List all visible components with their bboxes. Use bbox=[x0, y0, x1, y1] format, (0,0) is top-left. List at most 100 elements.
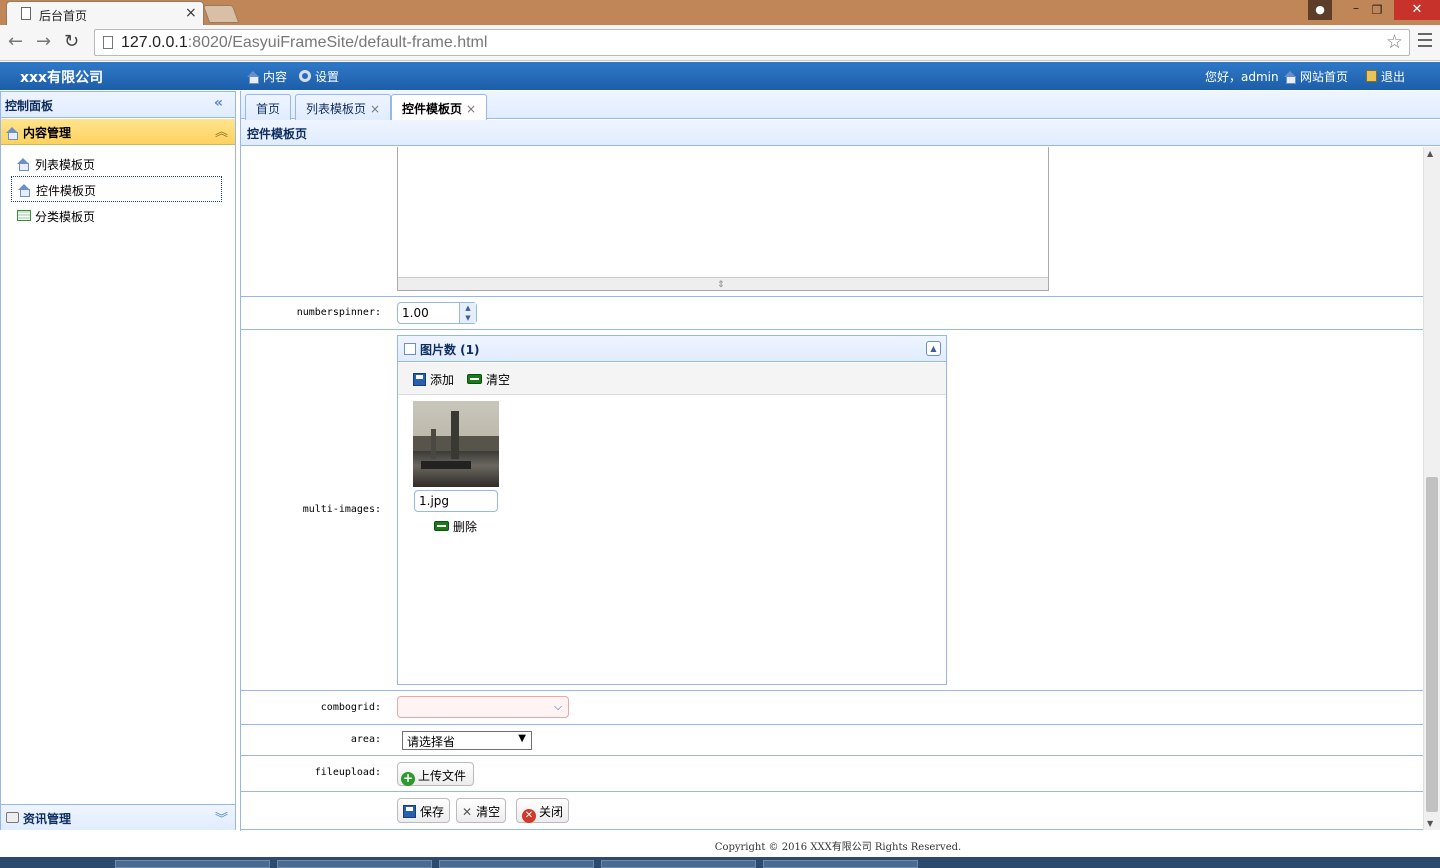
accordion-news-management[interactable]: 资讯管理 ︾ bbox=[1, 804, 235, 830]
delete-image-button[interactable]: 删除 bbox=[434, 518, 477, 535]
house-icon bbox=[247, 71, 259, 84]
close-icon[interactable]: × bbox=[466, 102, 476, 116]
page-icon bbox=[21, 7, 31, 20]
area-select-value: 请选择省 bbox=[407, 735, 456, 749]
browser-tab-title: 后台首页 bbox=[39, 9, 88, 23]
x-icon: ✕ bbox=[462, 805, 473, 819]
close-tab-icon[interactable]: × bbox=[185, 5, 197, 21]
sidebar-item-category-template[interactable]: 分类模板页 bbox=[11, 203, 222, 229]
menu-settings[interactable]: 设置 bbox=[299, 68, 339, 85]
taskbar-item[interactable] bbox=[763, 860, 918, 868]
url-text: 127.0.0.1:8020/EasyuiFrameSite/default-f… bbox=[121, 34, 488, 51]
chevron-down-icon[interactable]: ︾ bbox=[215, 808, 228, 827]
browser-menu-icon[interactable] bbox=[1418, 33, 1432, 51]
logout-label: 退出 bbox=[1381, 70, 1406, 84]
gear-icon bbox=[299, 70, 311, 82]
accordion-title: 资讯管理 bbox=[23, 812, 72, 826]
menu-content[interactable]: 内容 bbox=[247, 68, 287, 85]
house-icon bbox=[1284, 71, 1296, 84]
editor-textarea[interactable]: ⇕ bbox=[397, 147, 1049, 291]
images-panel: 图片数 (1) ▲ 添加 清空 1.jpg 删除 bbox=[397, 335, 947, 685]
dropdown-arrow-icon: ▼ bbox=[518, 733, 526, 744]
scroll-down-icon[interactable]: ▼ bbox=[1427, 819, 1433, 828]
sidebar-item-list-template[interactable]: 列表模板页 bbox=[11, 151, 222, 177]
images-panel-title: 图片数 (1) bbox=[420, 343, 480, 357]
logout-link[interactable]: 退出 bbox=[1366, 68, 1405, 85]
scrollbar-thumb[interactable] bbox=[1426, 477, 1438, 812]
image-filename-input[interactable]: 1.jpg bbox=[414, 490, 498, 512]
images-toolbar: 添加 清空 bbox=[398, 363, 946, 395]
combogrid-input[interactable]: ⌵ bbox=[397, 696, 569, 718]
collapse-left-icon[interactable]: « bbox=[214, 95, 223, 111]
user-icon[interactable]: ● bbox=[1308, 0, 1332, 20]
grid-icon bbox=[17, 210, 31, 221]
exit-icon bbox=[1366, 70, 1377, 82]
main-panel: 首页 列表模板页 × 控件模板页 × 控件模板页 ⇕ numberspinner: … bbox=[240, 91, 1440, 831]
upload-file-button[interactable]: + 上传文件 bbox=[397, 762, 474, 786]
plus-icon: + bbox=[401, 771, 415, 786]
chevron-down-icon[interactable]: ⌵ bbox=[548, 697, 568, 717]
site-home-link[interactable]: 网站首页 bbox=[1284, 68, 1348, 85]
tab-home[interactable]: 首页 bbox=[245, 94, 292, 120]
add-image-button[interactable]: 添加 bbox=[413, 371, 454, 388]
close-icon[interactable]: × bbox=[370, 102, 380, 116]
house-icon bbox=[6, 127, 18, 140]
tab-list-template[interactable]: 列表模板页 × bbox=[295, 94, 392, 120]
numberspinner-input[interactable]: 1.00 ▲ ▼ bbox=[397, 302, 477, 324]
tab-label: 首页 bbox=[256, 102, 281, 116]
image-thumbnail[interactable] bbox=[413, 401, 499, 487]
row-divider bbox=[241, 724, 1423, 725]
row-divider bbox=[241, 791, 1423, 792]
browser-tab[interactable]: 后台首页 × bbox=[6, 1, 204, 25]
tab-label: 控件模板页 bbox=[402, 102, 463, 116]
taskbar-item[interactable] bbox=[277, 860, 432, 868]
sidebar-item-label: 列表模板页 bbox=[35, 158, 96, 172]
sidebar-item-control-template[interactable]: 控件模板页 bbox=[11, 176, 222, 202]
vertical-scrollbar[interactable]: ▲ ▼ bbox=[1423, 147, 1440, 830]
reload-icon[interactable]: ↻ bbox=[64, 31, 79, 52]
taskbar-item[interactable] bbox=[115, 860, 270, 868]
resize-grip-icon[interactable]: ⇕ bbox=[717, 280, 725, 290]
reset-button[interactable]: ✕ 清空 bbox=[456, 798, 507, 823]
chevron-up-icon[interactable]: ︽ bbox=[215, 121, 228, 140]
sidebar: 控制面板 « 内容管理 ︽ 列表模板页 控件模板页 分类模板页 资讯管理 ︾ bbox=[0, 91, 236, 830]
save-button[interactable]: 保存 bbox=[397, 798, 451, 823]
combogrid-label: combogrid: bbox=[320, 702, 381, 713]
fileupload-label: fileupload: bbox=[314, 767, 381, 778]
area-select[interactable]: 请选择省 ▼ bbox=[402, 731, 532, 750]
window-close-icon[interactable]: ✕ bbox=[1394, 0, 1440, 20]
images-panel-header: 图片数 (1) ▲ bbox=[398, 336, 946, 362]
bookmark-star-icon[interactable]: ☆ bbox=[1386, 31, 1403, 53]
company-title: xxx有限公司 bbox=[20, 70, 104, 86]
accordion-content-management[interactable]: 内容管理 ︽ bbox=[1, 119, 235, 145]
taskbar-item[interactable] bbox=[439, 860, 594, 868]
sidebar-title: 控制面板 bbox=[5, 99, 54, 113]
row-divider bbox=[241, 755, 1423, 756]
maximize-icon[interactable]: ❐ bbox=[1364, 0, 1390, 20]
house-icon bbox=[17, 158, 29, 171]
address-bar[interactable]: 127.0.0.1:8020/EasyuiFrameSite/default-f… bbox=[94, 29, 1410, 56]
scroll-up-icon[interactable]: ▲ bbox=[1427, 149, 1433, 158]
tab-control-template[interactable]: 控件模板页 × bbox=[391, 94, 488, 121]
taskbar-item[interactable] bbox=[601, 860, 756, 868]
os-taskbar bbox=[0, 857, 1440, 868]
row-divider bbox=[241, 329, 1423, 330]
back-icon[interactable]: ← bbox=[8, 31, 23, 52]
accordion-title: 内容管理 bbox=[23, 126, 72, 140]
panel-header: 控件模板页 bbox=[241, 120, 1440, 146]
page-icon bbox=[103, 36, 113, 49]
menu-content-label: 内容 bbox=[263, 70, 288, 84]
editor-resize-bar[interactable]: ⇕ bbox=[398, 277, 1048, 290]
clear-images-button[interactable]: 清空 bbox=[467, 371, 510, 388]
clear-label: 清空 bbox=[486, 373, 511, 387]
forward-icon[interactable]: → bbox=[36, 31, 51, 52]
spinner-arrows-icon[interactable]: ▲ ▼ bbox=[459, 303, 476, 323]
save-label: 保存 bbox=[420, 805, 445, 819]
remove-icon bbox=[434, 521, 449, 531]
collapse-icon[interactable]: ▲ bbox=[926, 341, 941, 356]
add-label: 添加 bbox=[430, 373, 455, 387]
close-button[interactable]: ✕ 关闭 bbox=[516, 798, 570, 823]
house-icon bbox=[18, 184, 30, 197]
new-tab-button[interactable] bbox=[202, 5, 240, 23]
tabs-bar: 首页 列表模板页 × 控件模板页 × bbox=[241, 91, 1440, 121]
